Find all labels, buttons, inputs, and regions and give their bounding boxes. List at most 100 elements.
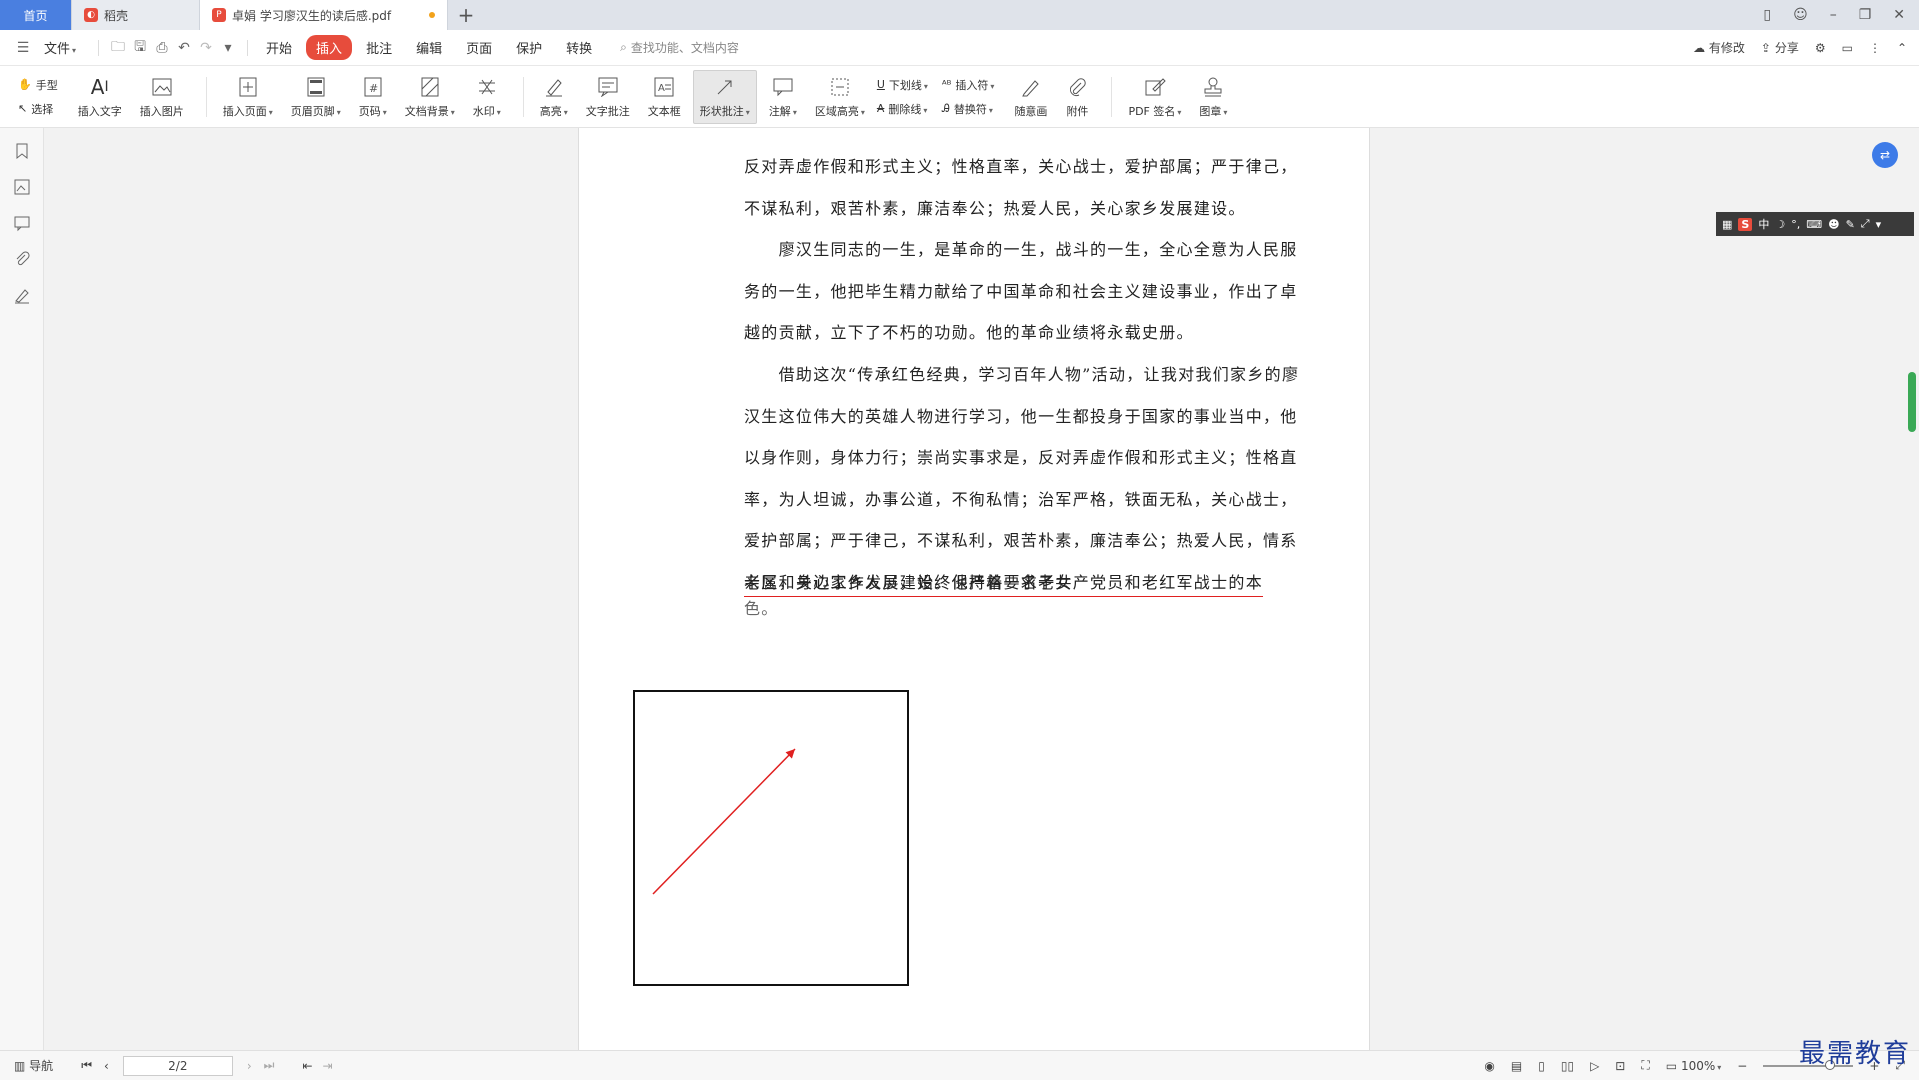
- two-page-icon[interactable]: ▯▯: [1561, 1059, 1574, 1073]
- page-layout-icon[interactable]: ▯: [1763, 7, 1771, 23]
- next-page-icon[interactable]: ›: [247, 1059, 252, 1073]
- ime-more-icon[interactable]: ▾: [1876, 218, 1882, 231]
- sogou-logo-icon[interactable]: S: [1738, 217, 1753, 231]
- message-icon[interactable]: ▭: [1842, 41, 1853, 55]
- page-number-button[interactable]: # 页码: [353, 70, 393, 124]
- open-folder-icon[interactable]: 🗀: [107, 37, 129, 59]
- insert-page-button[interactable]: 插入页面: [217, 70, 279, 124]
- zoom-select[interactable]: ▭ 100%: [1666, 1059, 1722, 1073]
- stamp-button[interactable]: 图章: [1193, 70, 1233, 124]
- freehand-button[interactable]: 随意画: [1008, 70, 1053, 124]
- fit-page-icon[interactable]: ⛶: [1641, 1058, 1649, 1073]
- floating-translate-icon[interactable]: ⇄: [1872, 142, 1898, 168]
- back-icon[interactable]: ⇤: [302, 1059, 312, 1073]
- comments-icon[interactable]: [13, 214, 31, 232]
- has-changes-button[interactable]: ☁ 有修改: [1693, 39, 1745, 56]
- signature-panel-icon[interactable]: [13, 286, 31, 304]
- prev-page-icon[interactable]: ‹: [104, 1059, 109, 1073]
- file-menu[interactable]: 文件: [34, 35, 86, 60]
- save-icon[interactable]: 🖫: [129, 37, 151, 59]
- hamburger-icon[interactable]: ☰: [12, 37, 34, 59]
- minimize-icon[interactable]: –: [1830, 7, 1837, 23]
- insert-text-button[interactable]: A I 插入文字: [72, 70, 128, 124]
- menu-page[interactable]: 页面: [456, 35, 502, 60]
- punct-icon[interactable]: °,: [1791, 218, 1800, 231]
- undo-icon[interactable]: ↶: [173, 37, 195, 59]
- avatar[interactable]: ☺: [1793, 7, 1808, 23]
- text-box-button[interactable]: A 文本框: [642, 70, 687, 124]
- wrench-icon[interactable]: ✎: [1846, 218, 1855, 231]
- thumbnail-icon[interactable]: [13, 178, 31, 196]
- restore-icon[interactable]: ❐: [1859, 7, 1872, 23]
- menu-edit[interactable]: 编辑: [406, 35, 452, 60]
- arrow-shape-annotation[interactable]: [635, 692, 907, 984]
- insert-symbol-button[interactable]: ᴬᴮ 插入符: [942, 77, 995, 93]
- continuous-page-icon[interactable]: ▯: [1538, 1059, 1545, 1073]
- attachment-button[interactable]: 附件: [1059, 70, 1095, 124]
- hand-select-group: ✋ 手型 ↖ 选择: [18, 77, 58, 117]
- collapse-ribbon-icon[interactable]: ⌃: [1897, 41, 1907, 55]
- menu-insert[interactable]: 插入: [306, 35, 353, 60]
- ime-lang[interactable]: 中: [1758, 216, 1769, 232]
- insert-image-button[interactable]: 插入图片: [134, 70, 190, 124]
- cloud-icon: ☁: [1693, 41, 1706, 55]
- scrollbar-thumb[interactable]: [1908, 372, 1916, 432]
- menu-convert[interactable]: 转换: [556, 35, 602, 60]
- replace-symbol-button[interactable]: Ꭿ 替换符: [942, 101, 995, 117]
- header-footer-button[interactable]: 页眉页脚: [285, 70, 347, 124]
- last-page-icon[interactable]: ⏭: [264, 1058, 275, 1073]
- document-canvas[interactable]: 反对弄虚作假和形式主义；性格直率，关心战士，爱护部属；严于律己，不谋私利，艰苦朴…: [44, 128, 1919, 1050]
- search-box[interactable]: ⌕ 查找功能、文档内容: [620, 39, 739, 56]
- zoom-out-icon[interactable]: −: [1737, 1059, 1747, 1073]
- page-number-input[interactable]: 2/2: [122, 1055, 233, 1076]
- expand-icon[interactable]: ⤢: [1861, 217, 1870, 231]
- moon-icon[interactable]: ☽: [1775, 218, 1785, 231]
- play-icon[interactable]: ▷: [1590, 1059, 1599, 1073]
- text-note-button[interactable]: 文字批注: [580, 70, 636, 124]
- document-background-button[interactable]: 文档背景: [399, 70, 461, 124]
- tab-wps[interactable]: ◐ 稻壳: [72, 0, 200, 30]
- print-icon[interactable]: ⎙: [151, 37, 173, 59]
- select-tool-button[interactable]: ↖ 选择: [18, 101, 58, 117]
- close-icon[interactable]: ✕: [1893, 7, 1905, 23]
- forward-icon[interactable]: ⇥: [323, 1059, 333, 1073]
- nav-toggle[interactable]: ▥ 导航: [14, 1057, 53, 1074]
- tab-home[interactable]: 首页: [0, 0, 72, 30]
- tab-document[interactable]: P 卓娟 学习廖汉生的读后感.pdf: [200, 0, 448, 30]
- new-tab-button[interactable]: +: [448, 0, 484, 30]
- eye-protection-icon[interactable]: ◉: [1484, 1059, 1494, 1073]
- attachment-panel-icon[interactable]: [13, 250, 31, 268]
- search-placeholder: 查找功能、文档内容: [630, 41, 739, 55]
- menu-annotate[interactable]: 批注: [356, 35, 402, 60]
- watermark-button[interactable]: 水印: [467, 70, 507, 124]
- single-page-icon[interactable]: ▤: [1511, 1059, 1522, 1073]
- area-highlight-button[interactable]: 区域高亮: [809, 70, 871, 124]
- rectangle-shape-annotation[interactable]: [633, 690, 909, 986]
- share-button[interactable]: ⇪ 分享: [1761, 39, 1799, 56]
- first-page-icon[interactable]: ⏮: [81, 1058, 92, 1073]
- strikethrough-button[interactable]: A 删除线: [877, 101, 928, 117]
- pdf-sign-button[interactable]: PDF 签名: [1122, 70, 1187, 124]
- pdf-page[interactable]: 反对弄虚作假和形式主义；性格直率，关心战士，爱护部属；严于律己，不谋私利，艰苦朴…: [578, 128, 1370, 1050]
- menu-start[interactable]: 开始: [256, 35, 302, 60]
- ime-grid-icon[interactable]: ▦: [1722, 218, 1732, 231]
- underline-button[interactable]: U 下划线: [877, 77, 928, 93]
- shape-note-button[interactable]: 形状批注: [692, 69, 757, 124]
- menu-protect[interactable]: 保护: [506, 35, 552, 60]
- settings-icon[interactable]: ⚙: [1815, 41, 1826, 55]
- insert-image-label: 插入图片: [139, 104, 184, 118]
- redo-icon[interactable]: ↷: [195, 37, 217, 59]
- more-icon[interactable]: ⋮: [1869, 41, 1881, 55]
- share-icon: ⇪: [1760, 41, 1771, 55]
- ime-toolbar: ▦ S 中 ☽ °, ⌨ ☻ ✎ ⤢ ▾: [1716, 212, 1914, 236]
- actual-size-icon[interactable]: ⊡: [1615, 1059, 1625, 1073]
- user-icon[interactable]: ☻: [1828, 218, 1839, 231]
- vertical-scrollbar[interactable]: [1906, 128, 1918, 1050]
- keyboard-icon[interactable]: ⌨: [1806, 218, 1822, 231]
- highlight-button[interactable]: 高亮: [534, 70, 574, 124]
- attachment-label: 附件: [1066, 104, 1089, 118]
- hand-tool-button[interactable]: ✋ 手型: [18, 77, 58, 93]
- annotation-button[interactable]: 注解: [763, 70, 803, 124]
- customize-icon[interactable]: ▾: [217, 37, 239, 59]
- bookmark-icon[interactable]: [13, 142, 31, 160]
